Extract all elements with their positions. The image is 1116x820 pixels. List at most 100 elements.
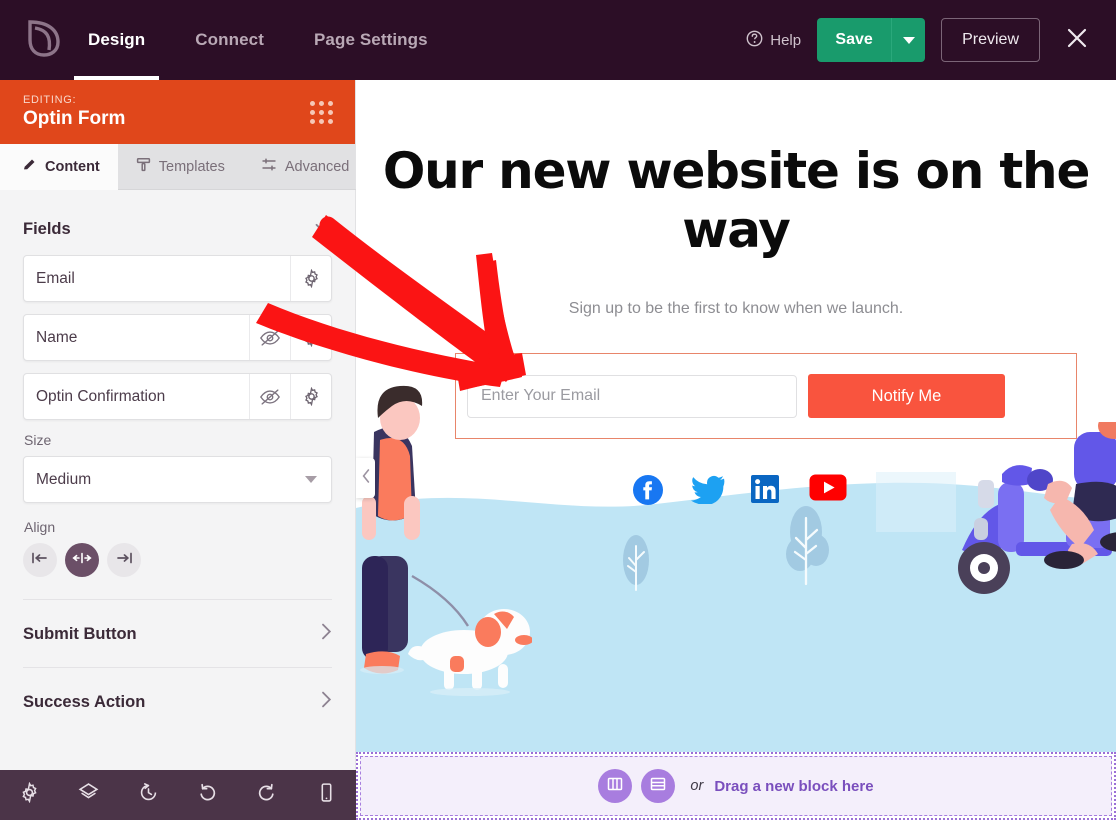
add-block-button[interactable] bbox=[641, 769, 676, 803]
twitter-icon[interactable] bbox=[690, 474, 724, 506]
notify-me-button[interactable]: Notify Me bbox=[808, 374, 1005, 418]
save-button[interactable]: Save bbox=[817, 18, 892, 62]
chevron-right-icon bbox=[321, 691, 332, 713]
editing-header: EDITING: Optin Form bbox=[0, 80, 355, 144]
nav-tab-page-settings[interactable]: Page Settings bbox=[314, 0, 428, 80]
page-subtitle: Sign up to be the first to know when we … bbox=[568, 300, 904, 317]
fields-section-title: Fields bbox=[23, 220, 71, 238]
scooter-rider-illustration bbox=[958, 422, 1116, 594]
settings-toolbar-button[interactable] bbox=[0, 781, 59, 808]
nav-tab-design-label: Design bbox=[88, 30, 146, 49]
linkedin-icon[interactable] bbox=[750, 474, 782, 506]
revisions-toolbar-button[interactable] bbox=[119, 782, 178, 808]
preview-button[interactable]: Preview bbox=[941, 18, 1040, 62]
add-row-columns-button[interactable] bbox=[598, 769, 633, 803]
save-button-group: Save bbox=[817, 18, 926, 62]
preview-label: Preview bbox=[962, 31, 1019, 48]
size-select-value: Medium bbox=[36, 470, 92, 488]
social-icons-row bbox=[356, 474, 1116, 506]
rows-icon bbox=[650, 776, 666, 797]
top-bar: Design Connect Page Settings Help Save P… bbox=[0, 0, 1116, 80]
block-dropzone-inner: or Drag a new block here bbox=[360, 756, 1112, 816]
field-label-name: Name bbox=[36, 328, 78, 346]
undo-toolbar-button[interactable] bbox=[178, 782, 237, 808]
size-label: Size bbox=[24, 432, 52, 448]
undo-icon bbox=[197, 782, 218, 808]
mobile-icon bbox=[316, 782, 337, 808]
redo-toolbar-button[interactable] bbox=[237, 782, 296, 808]
size-select[interactable]: Medium bbox=[23, 456, 332, 503]
fields-section-header[interactable]: Fields bbox=[23, 190, 332, 255]
field-row-optin-confirmation[interactable]: Optin Confirmation bbox=[23, 373, 332, 420]
help-label: Help bbox=[770, 31, 802, 49]
field-settings-gear-email[interactable] bbox=[290, 256, 331, 301]
align-label: Align bbox=[24, 519, 56, 535]
align-left-icon bbox=[31, 551, 49, 569]
chevron-down-icon bbox=[902, 36, 915, 44]
redo-icon bbox=[256, 782, 277, 808]
editing-eyebrow: EDITING: bbox=[23, 94, 77, 106]
page-canvas: Our new website is on the way Sign up to… bbox=[356, 80, 1116, 820]
dropzone-or-label: or bbox=[690, 778, 704, 794]
collapse-sidebar-button[interactable] bbox=[356, 458, 375, 498]
page-preview: Our new website is on the way Sign up to… bbox=[356, 80, 1116, 752]
accordion-submit-button-label: Submit Button bbox=[23, 624, 137, 643]
field-row-email[interactable]: Email bbox=[23, 255, 332, 302]
question-circle-icon bbox=[746, 30, 763, 51]
save-dropdown-button[interactable] bbox=[891, 18, 926, 62]
youtube-icon[interactable] bbox=[809, 474, 846, 506]
accordion-submit-button[interactable]: Submit Button bbox=[23, 600, 332, 667]
email-input[interactable] bbox=[467, 374, 797, 418]
field-label-email: Email bbox=[36, 269, 75, 287]
eye-off-icon-optin-confirmation[interactable] bbox=[249, 374, 290, 419]
field-row-name[interactable]: Name bbox=[23, 314, 332, 361]
tab-templates[interactable]: Templates bbox=[117, 144, 243, 190]
nav-tab-page-settings-label: Page Settings bbox=[313, 30, 428, 49]
leaf-logo-icon bbox=[26, 19, 62, 62]
align-right-icon bbox=[115, 551, 133, 569]
sidebar-bottom-toolbar bbox=[0, 770, 356, 820]
tab-templates-label: Templates bbox=[158, 158, 225, 175]
settings-sidebar: EDITING: Optin Form Content Templates Ad… bbox=[0, 80, 368, 820]
align-button-group bbox=[23, 543, 332, 577]
field-label-optin-confirmation: Optin Confirmation bbox=[36, 387, 166, 405]
editing-header-text: EDITING: Optin Form bbox=[23, 94, 125, 130]
panel-body: Fields Email Name Optin Confirmation Siz… bbox=[0, 190, 355, 820]
history-icon bbox=[138, 782, 159, 808]
close-builder-button[interactable] bbox=[1060, 23, 1094, 57]
chevron-left-icon bbox=[362, 468, 370, 488]
layers-icon bbox=[78, 782, 99, 808]
align-center-icon bbox=[72, 551, 92, 569]
nav-tab-design[interactable]: Design bbox=[73, 0, 160, 80]
main-nav: Design Connect Page Settings bbox=[73, 0, 478, 80]
gear-icon bbox=[19, 781, 40, 808]
block-dropzone[interactable]: or Drag a new block here bbox=[356, 752, 1116, 820]
field-settings-gear-optin-confirmation[interactable] bbox=[290, 374, 331, 419]
drag-dots-icon[interactable] bbox=[310, 100, 333, 124]
save-label: Save bbox=[835, 31, 873, 48]
align-center-button[interactable] bbox=[65, 543, 99, 577]
top-bar-actions: Help Save Preview bbox=[746, 18, 1116, 62]
columns-icon bbox=[607, 776, 623, 797]
optin-form-block[interactable]: Notify Me bbox=[455, 353, 1077, 439]
tab-advanced-label: Advanced bbox=[284, 158, 350, 175]
layers-toolbar-button[interactable] bbox=[59, 782, 118, 808]
tab-content[interactable]: Content bbox=[0, 144, 118, 190]
eye-off-icon-name[interactable] bbox=[249, 315, 290, 360]
chevron-down-icon[interactable] bbox=[315, 221, 332, 239]
page-builder-screen: Design Connect Page Settings Help Save P… bbox=[0, 0, 1116, 820]
align-left-button[interactable] bbox=[23, 543, 57, 577]
chevron-right-icon bbox=[321, 623, 332, 645]
dropzone-drag-label[interactable]: Drag a new block here bbox=[714, 778, 873, 795]
tab-advanced[interactable]: Advanced bbox=[242, 144, 368, 190]
facebook-icon[interactable] bbox=[632, 474, 664, 506]
help-button[interactable]: Help bbox=[746, 30, 801, 51]
close-x-icon bbox=[1066, 27, 1088, 54]
accordion-success-action[interactable]: Success Action bbox=[23, 668, 332, 735]
align-right-button[interactable] bbox=[107, 543, 141, 577]
nav-tab-connect[interactable]: Connect bbox=[195, 0, 264, 80]
app-logo[interactable] bbox=[0, 19, 88, 62]
nav-tab-connect-label: Connect bbox=[195, 30, 264, 49]
field-settings-gear-name[interactable] bbox=[290, 315, 331, 360]
mobile-preview-toolbar-button[interactable] bbox=[297, 782, 356, 808]
